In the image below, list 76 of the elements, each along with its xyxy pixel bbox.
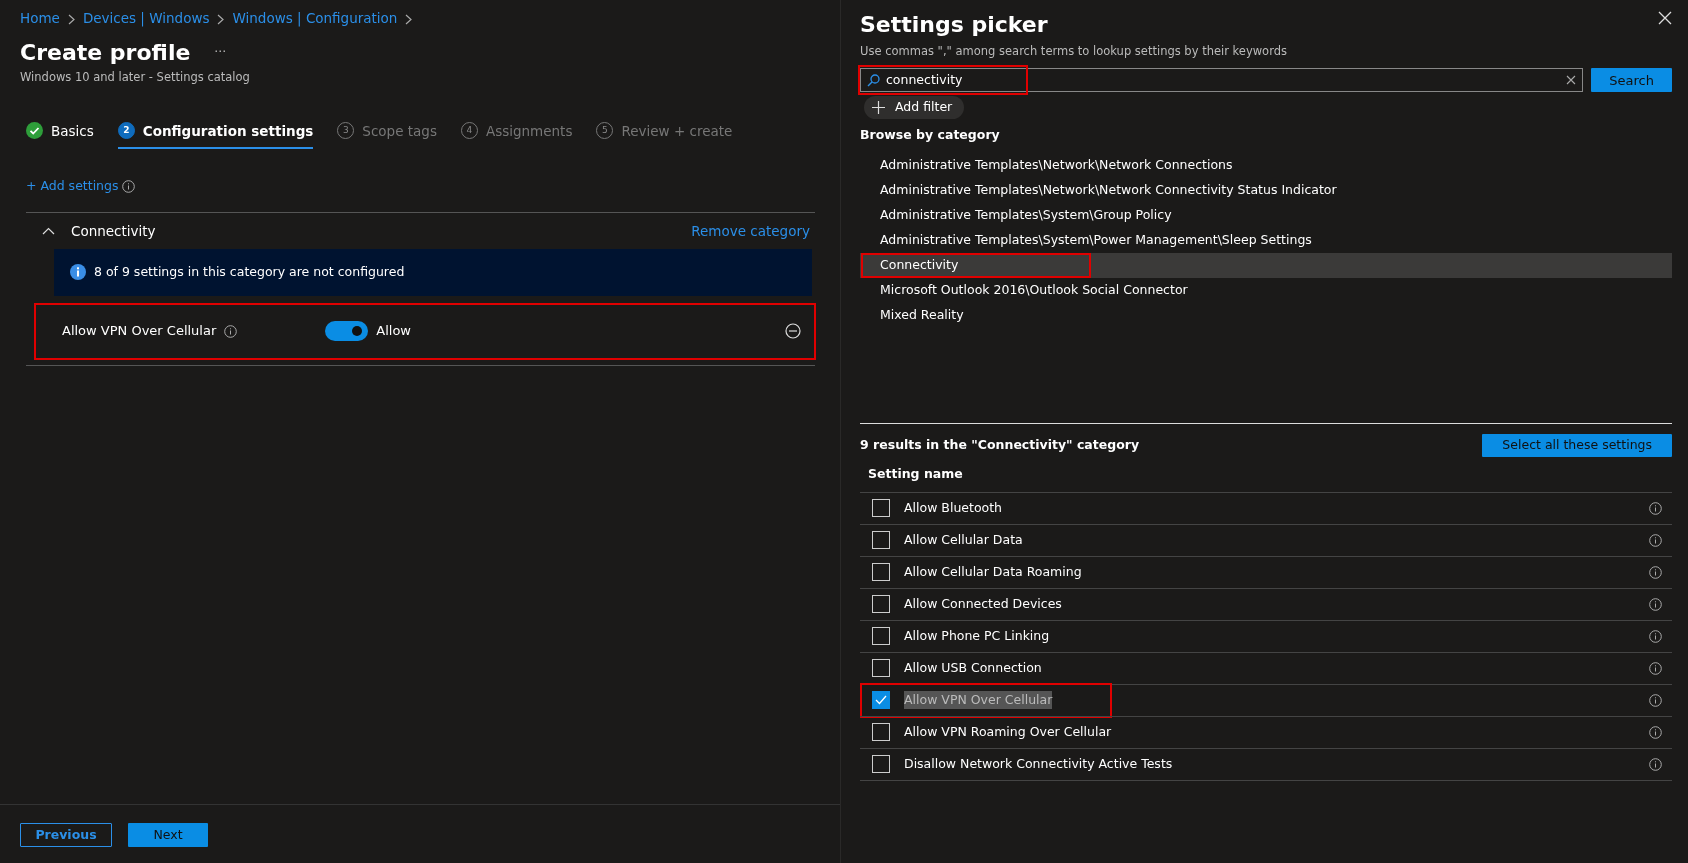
- search-icon: [867, 73, 880, 87]
- checkbox[interactable]: [872, 691, 890, 709]
- chevron-right-icon: [405, 13, 413, 25]
- checkbox[interactable]: [872, 595, 890, 613]
- info-icon: [224, 324, 238, 338]
- column-header: Setting name: [867, 464, 964, 483]
- setting-name: Disallow Network Connectivity Active Tests: [904, 754, 1173, 773]
- more-options-button[interactable]: ···: [214, 43, 227, 63]
- setting-name: Allow Bluetooth: [904, 498, 1003, 517]
- check-circle-icon: [26, 122, 43, 140]
- page-title: Create profile: [20, 39, 191, 68]
- banner-text: 8 of 9 settings in this category are not configured: [94, 262, 405, 281]
- category-item[interactable]: Administrative Templates\System\Power Management\Sleep Settings: [860, 227, 1672, 253]
- info-icon: [1649, 597, 1662, 611]
- info-icon: [1649, 757, 1662, 771]
- setting-name: Allow Phone PC Linking: [904, 626, 1050, 645]
- category-item[interactable]: Administrative Templates\Network\Network Connections: [860, 152, 1672, 178]
- remove-icon[interactable]: [785, 323, 801, 339]
- wizard-step-tab[interactable]: 3 Scope tags: [337, 114, 437, 149]
- step-number: 2: [117, 122, 135, 140]
- remove-category-link[interactable]: Remove category: [691, 220, 810, 241]
- checkbox[interactable]: [872, 723, 890, 741]
- next-button[interactable]: Next: [128, 823, 208, 847]
- wizard-step-tab[interactable]: 5 Review + create: [596, 114, 733, 149]
- breadcrumb-link[interactable]: Home: [20, 8, 60, 29]
- select-all-button[interactable]: Select all these settings: [1482, 433, 1672, 457]
- category-item[interactable]: Microsoft Outlook 2016\Outlook Social Connector: [860, 277, 1672, 303]
- category-title: Connectivity: [71, 221, 156, 241]
- info-icon: [1649, 501, 1662, 515]
- chevron-up-icon[interactable]: [42, 226, 55, 235]
- add-filter-button[interactable]: Add filter: [864, 96, 965, 120]
- setting-name: Allow Connected Devices: [904, 594, 1062, 613]
- category-item[interactable]: Administrative Templates\Network\Network Connectivity Status Indicator: [860, 177, 1672, 203]
- clear-icon[interactable]: [1566, 75, 1577, 86]
- previous-button[interactable]: Previous: [20, 823, 112, 847]
- checkbox[interactable]: [872, 499, 890, 517]
- chevron-right-icon: [67, 13, 75, 25]
- info-icon: [1649, 629, 1662, 643]
- page-subtitle: Windows 10 and later - Settings catalog: [20, 69, 251, 87]
- search-field[interactable]: connectivity: [860, 68, 1584, 93]
- checkbox[interactable]: [872, 755, 890, 773]
- breadcrumb-link[interactable]: Windows | Configuration: [232, 8, 398, 29]
- checkbox[interactable]: [872, 627, 890, 645]
- info-icon: [1649, 565, 1662, 579]
- add-settings-link[interactable]: + Add settings: [26, 176, 119, 196]
- breadcrumb-link[interactable]: Devices | Windows: [82, 8, 210, 29]
- toggle-switch[interactable]: [325, 321, 369, 341]
- category-item[interactable]: Administrative Templates\System\Group Policy: [860, 202, 1672, 228]
- info-icon: [70, 264, 86, 281]
- setting-name: Allow VPN Roaming Over Cellular: [904, 722, 1112, 741]
- checkbox[interactable]: [872, 531, 890, 549]
- wizard-step-tab[interactable]: 2 Configuration settings: [117, 114, 314, 149]
- plus-icon: [872, 101, 885, 115]
- info-icon: [1649, 725, 1662, 739]
- panel-title: Settings picker: [860, 11, 1048, 39]
- checkbox[interactable]: [872, 563, 890, 581]
- info-icon: [1649, 661, 1662, 675]
- setting-name: Allow Cellular Data: [904, 530, 1023, 549]
- toggle-label: Allow: [376, 322, 411, 341]
- chevron-right-icon: [217, 13, 225, 25]
- search-hint: Use commas "," among search terms to lookup settings by their keywords: [860, 43, 1288, 60]
- category-item[interactable]: Connectivity: [860, 252, 1672, 278]
- setting-name: Allow Cellular Data Roaming: [904, 562, 1082, 581]
- setting-name: Allow USB Connection: [904, 658, 1042, 677]
- search-button[interactable]: Search: [1591, 68, 1672, 93]
- results-heading: 9 results in the "Connectivity" category: [860, 435, 1140, 454]
- wizard-step-tab[interactable]: Basics: [26, 114, 94, 149]
- wizard-step-tab[interactable]: 4 Assignments: [460, 114, 573, 149]
- checkbox[interactable]: [872, 659, 890, 677]
- category-item[interactable]: Mixed Reality: [860, 302, 1672, 328]
- info-icon: [1649, 693, 1662, 707]
- section-heading: Browse by category: [860, 126, 1001, 144]
- close-icon[interactable]: [1658, 10, 1672, 25]
- info-icon: [1649, 533, 1662, 547]
- info-icon: [122, 179, 136, 193]
- setting-label: Allow VPN Over Cellular: [62, 322, 217, 341]
